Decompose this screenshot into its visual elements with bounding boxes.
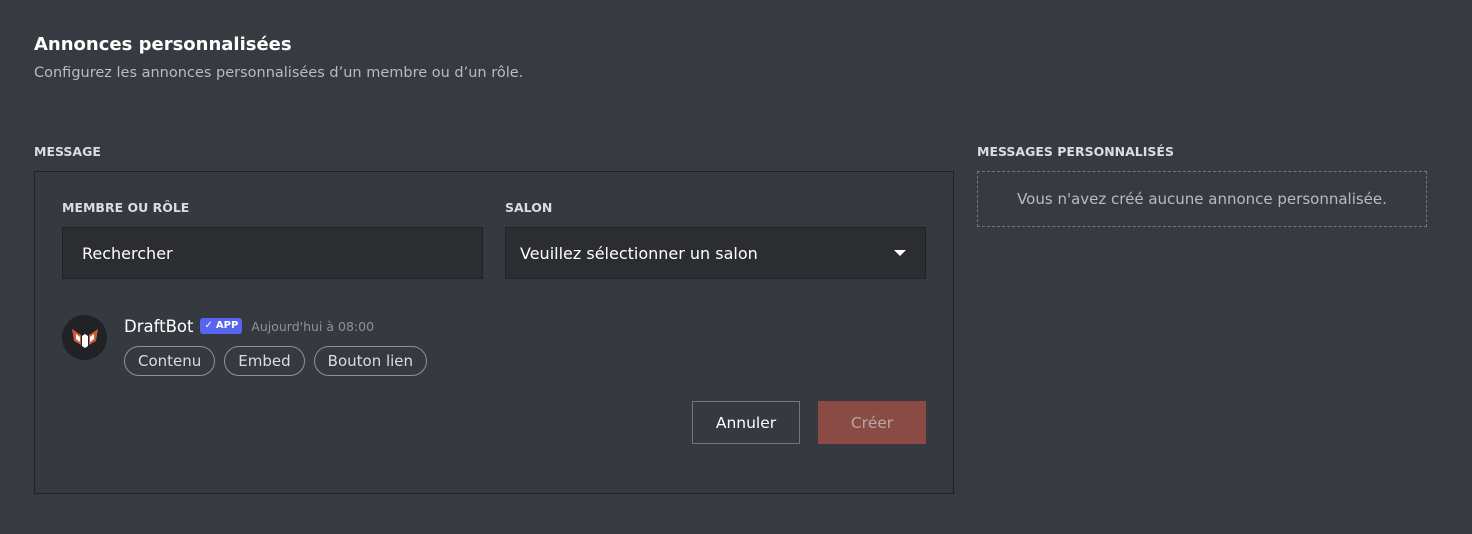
member-role-label: MEMBRE OU RÔLE [62, 200, 190, 215]
message-timestamp: Aujourd'hui à 08:00 [251, 318, 375, 334]
app-badge-label: APP [215, 320, 239, 331]
fields-row: MEMBRE OU RÔLE SALON Veuillez sélectionn… [62, 200, 926, 279]
message-section-label: MESSAGE [34, 144, 101, 159]
channel-label: SALON [505, 200, 553, 215]
form-actions: Annuler Créer [692, 401, 926, 444]
member-role-field: MEMBRE OU RÔLE [62, 200, 483, 279]
page-title: Annonces personnalisées [34, 34, 292, 55]
custom-announcements-page: Annonces personnalisées Configurez les a… [0, 0, 1472, 534]
message-column: MESSAGE MEMBRE OU RÔLE SALON Veuillez sé… [34, 144, 954, 494]
empty-state-text: Vous n'avez créé aucune annonce personna… [1017, 190, 1387, 208]
custom-messages-section-label: MESSAGES PERSONNALISÉS [977, 144, 1174, 159]
channel-select[interactable]: Veuillez sélectionner un salon [505, 227, 926, 279]
page-subtitle: Configurez les annonces personnalisées d… [34, 65, 524, 81]
custom-messages-column: MESSAGES PERSONNALISÉS Vous n'avez créé … [977, 144, 1427, 494]
preview-body: DraftBot ✓ APP Aujourd'hui à 08:00 Conte… [124, 315, 428, 376]
chevron-down-icon [894, 250, 906, 256]
create-button[interactable]: Créer [818, 401, 926, 444]
draftbot-logo-icon [71, 328, 98, 348]
message-panel: MEMBRE OU RÔLE SALON Veuillez sélectionn… [34, 171, 954, 494]
channel-select-value: Veuillez sélectionner un salon [520, 243, 758, 263]
content-columns: MESSAGE MEMBRE OU RÔLE SALON Veuillez sé… [34, 144, 1438, 494]
channel-field: SALON Veuillez sélectionner un salon [505, 200, 926, 279]
chip-link-button[interactable]: Bouton lien [313, 346, 428, 376]
chip-content-button[interactable]: Contenu [124, 346, 216, 376]
author-name: DraftBot [124, 316, 194, 336]
check-icon: ✓ [204, 320, 213, 331]
avatar [62, 315, 107, 360]
app-badge: ✓ APP [200, 318, 243, 334]
message-preview: DraftBot ✓ APP Aujourd'hui à 08:00 Conte… [62, 315, 926, 376]
chip-embed-button[interactable]: Embed [224, 346, 305, 376]
component-chips: Contenu Embed Bouton lien [124, 346, 428, 376]
cancel-button[interactable]: Annuler [692, 401, 800, 444]
author-line: DraftBot ✓ APP Aujourd'hui à 08:00 [124, 315, 427, 337]
custom-messages-list: Vous n'avez créé aucune annonce personna… [977, 171, 1427, 227]
member-role-search-input[interactable] [62, 227, 483, 279]
